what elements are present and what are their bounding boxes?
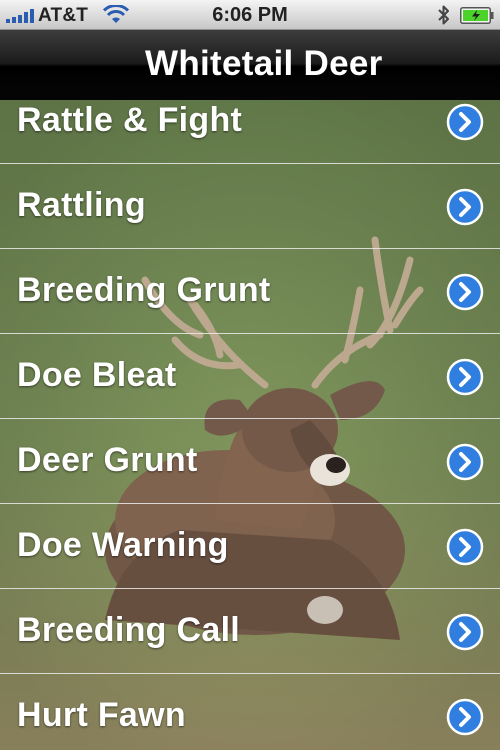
list-item-label: Breeding Call: [17, 611, 241, 649]
chevron-right-circle-icon[interactable]: [446, 358, 484, 396]
list-item-label: Breeding Grunt: [17, 271, 271, 309]
chevron-right-circle-icon[interactable]: [446, 273, 484, 311]
list-item-label: Rattle & Fight: [17, 101, 243, 139]
chevron-right-circle-icon[interactable]: [446, 443, 484, 481]
app-screen: AT&T 6:06 PM Whitetail Deer Rattle & Fig…: [0, 0, 500, 750]
list-item[interactable]: Breeding Grunt: [0, 249, 500, 334]
list-item[interactable]: Rattling: [0, 164, 500, 249]
list-item-label: Doe Bleat: [17, 356, 177, 394]
chevron-right-circle-icon[interactable]: [446, 613, 484, 651]
list-item[interactable]: Doe Bleat: [0, 334, 500, 419]
list-item-label: Doe Warning: [17, 526, 229, 564]
battery-charging-icon: [460, 7, 494, 24]
status-bar: AT&T 6:06 PM: [0, 0, 500, 30]
chevron-right-circle-icon[interactable]: [446, 698, 484, 736]
status-time: 6:06 PM: [212, 4, 288, 26]
list-item[interactable]: Hurt Fawn: [0, 674, 500, 750]
list-item[interactable]: Breeding Call: [0, 589, 500, 674]
chevron-right-circle-icon[interactable]: [446, 188, 484, 226]
list-item[interactable]: Deer Grunt: [0, 419, 500, 504]
list-item-label: Rattling: [17, 186, 146, 224]
chevron-right-circle-icon[interactable]: [446, 528, 484, 566]
chevron-right-circle-icon[interactable]: [446, 103, 484, 141]
bluetooth-icon: [438, 5, 449, 25]
list-item-label: Deer Grunt: [17, 441, 198, 479]
sound-list: Rattle & Fight Rattling Breeding Grunt D…: [0, 79, 500, 750]
list-item[interactable]: Doe Warning: [0, 504, 500, 589]
navigation-bar: Whitetail Deer: [0, 30, 500, 100]
list-item-label: Hurt Fawn: [17, 696, 186, 734]
page-title: Whitetail Deer: [145, 44, 383, 83]
